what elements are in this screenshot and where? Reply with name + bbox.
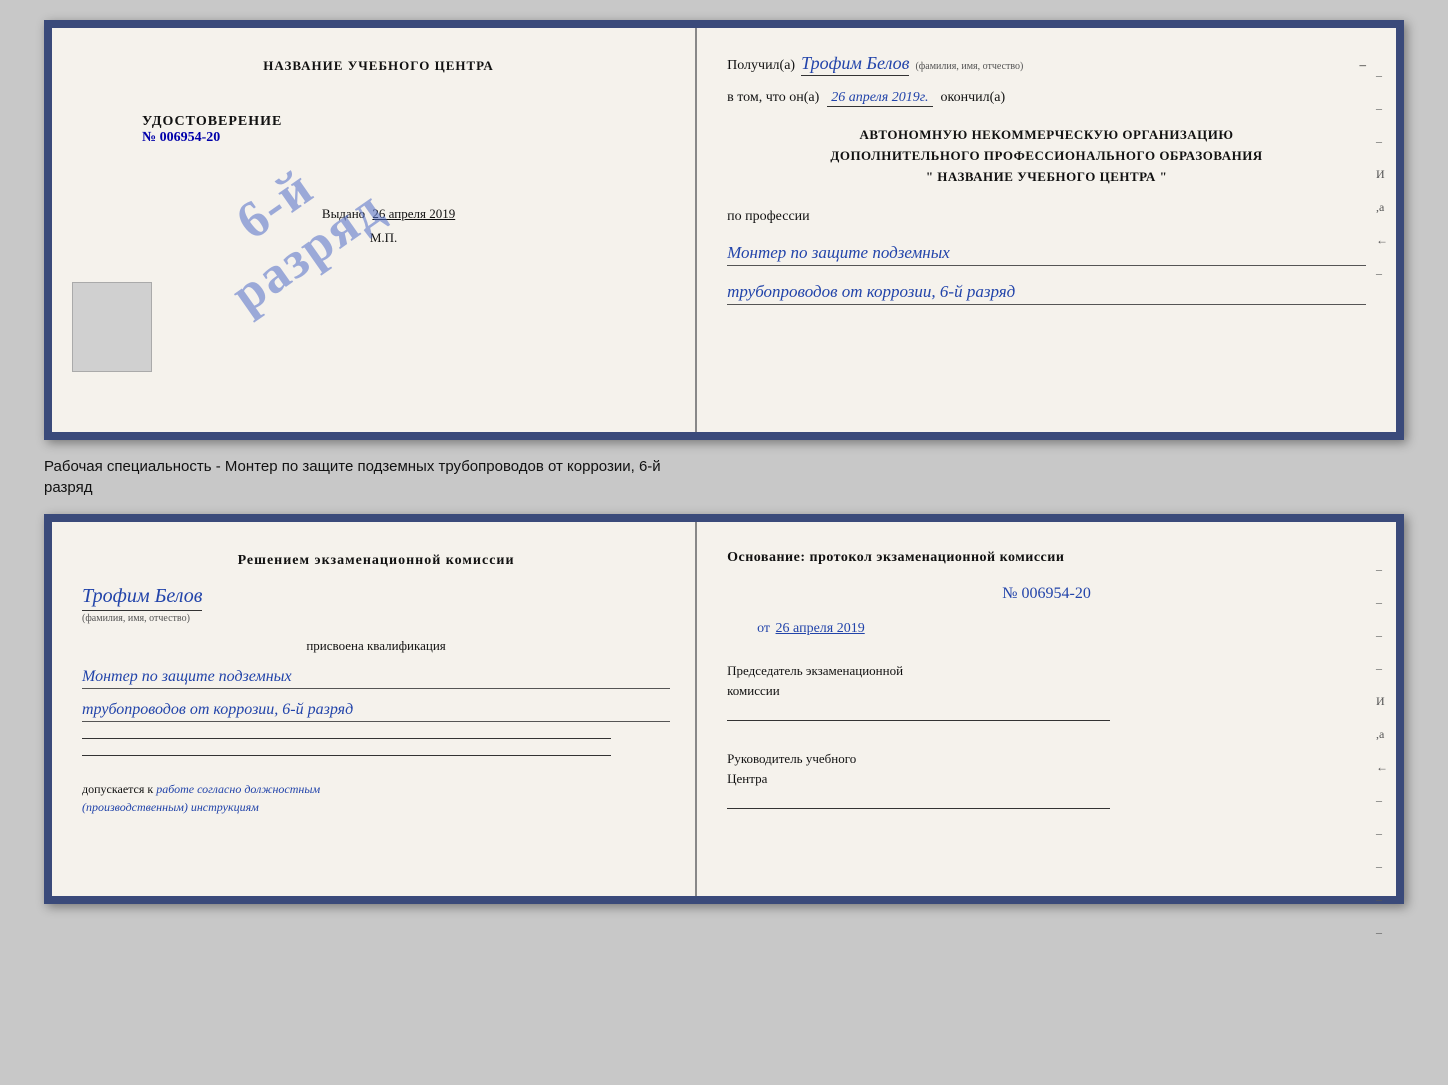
protocol-date-prefix: от — [757, 621, 770, 636]
committee-label2: комиссии — [727, 681, 1366, 701]
training-center-title: НАЗВАНИЕ УЧЕБНОГО ЦЕНТРА — [263, 58, 494, 74]
completed-label: окончил(а) — [941, 90, 1006, 106]
stamp-text: 6-й разряд — [189, 132, 395, 324]
completed-date: 26 апреля 2019г. — [827, 90, 932, 107]
assigned-label: присвоена квалификация — [82, 638, 670, 654]
doc-bottom-right: Основание: протокол экзаменационной коми… — [697, 522, 1396, 896]
org-line1: АВТОНОМНУЮ НЕКОММЕРЧЕСКУЮ ОРГАНИЗАЦИЮ — [727, 125, 1366, 146]
dash-right: – — [1359, 57, 1366, 73]
photo-placeholder — [72, 282, 152, 372]
protocol-date-value: 26 апреля 2019 — [776, 621, 865, 636]
committee-label1: Председатель экзаменационной — [727, 661, 1366, 681]
allowed-prefix: допускается к — [82, 782, 153, 796]
doc-top-left: НАЗВАНИЕ УЧЕБНОГО ЦЕНТРА УДОСТОВЕРЕНИЕ №… — [52, 28, 697, 432]
profession-text1: Монтер по защите подземных — [727, 243, 1366, 266]
specialty-text: Рабочая специальность - Монтер по защите… — [44, 456, 1404, 498]
doc-top-right: Получил(а) Трофим Белов (фамилия, имя, о… — [697, 28, 1396, 432]
mp-row: М.П. — [360, 230, 397, 246]
allowed-italic1: работе согласно должностным — [156, 782, 320, 796]
bottom-name-hint: (фамилия, имя, отчество) — [82, 613, 190, 624]
profession-label: по профессии — [727, 209, 1366, 225]
received-name: Трофим Белов — [801, 53, 909, 76]
qualification-text2: трубопроводов от коррозии, 6-й разряд — [82, 701, 670, 722]
issued-row: Выдано 26 апреля 2019 — [302, 206, 455, 222]
issued-date: 26 апреля 2019 — [372, 206, 455, 221]
allowed-row: допускается к работе согласно должностны… — [82, 780, 670, 816]
received-name-hint: (фамилия, имя, отчество) — [915, 61, 1023, 72]
stamp-line1: 6-й — [227, 158, 325, 250]
certificate-number: № 006954-20 — [142, 130, 220, 146]
qualification-text1: Монтер по защите подземных — [82, 668, 670, 689]
head-label2: Центра — [727, 769, 1366, 789]
blank-line2 — [82, 755, 611, 756]
basis-title: Основание: протокол экзаменационной коми… — [727, 547, 1366, 569]
allowed-italic2: (производственным) инструкциям — [82, 800, 259, 814]
blank-line1 — [82, 738, 611, 739]
bottom-person-name: Трофим Белов — [82, 585, 202, 611]
head-signature-line — [727, 808, 1110, 809]
in-that-label: в том, что он(а) — [727, 90, 819, 106]
protocol-date: от 26 апреля 2019 — [727, 621, 1366, 637]
document-bottom: Решением экзаменационной комиссии Трофим… — [44, 514, 1404, 904]
protocol-number: № 006954-20 — [727, 585, 1366, 603]
committee-signature-line — [727, 720, 1110, 721]
issued-label: Выдано — [322, 206, 365, 221]
org-line2: ДОПОЛНИТЕЛЬНОГО ПРОФЕССИОНАЛЬНОГО ОБРАЗО… — [727, 146, 1366, 167]
received-label: Получил(а) — [727, 58, 795, 74]
doc-bottom-left: Решением экзаменационной комиссии Трофим… — [52, 522, 697, 896]
specialty-line1: Рабочая специальность - Монтер по защите… — [44, 456, 1404, 477]
head-label: Руководитель учебного Центра — [727, 749, 1366, 788]
document-top: НАЗВАНИЕ УЧЕБНОГО ЦЕНТРА УДОСТОВЕРЕНИЕ №… — [44, 20, 1404, 440]
stamp-line2: разряд — [222, 179, 395, 324]
decision-title: Решением экзаменационной комиссии — [82, 550, 670, 571]
specialty-line2: разряд — [44, 477, 1404, 498]
head-label1: Руководитель учебного — [727, 749, 1366, 769]
committee-label: Председатель экзаменационной комиссии — [727, 661, 1366, 700]
profession-text2: трубопроводов от коррозии, 6-й разряд — [727, 282, 1366, 305]
date-completed-row: в том, что он(а) 26 апреля 2019г. окончи… — [727, 90, 1366, 107]
right-margin-dashes-bottom: – – – – И ,а ← – – – – – — [1376, 562, 1388, 940]
certificate-box: УДОСТОВЕРЕНИЕ № 006954-20 — [82, 114, 675, 146]
org-block: АВТОНОМНУЮ НЕКОММЕРЧЕСКУЮ ОРГАНИЗАЦИЮ ДО… — [727, 125, 1366, 187]
org-line3: " НАЗВАНИЕ УЧЕБНОГО ЦЕНТРА " — [727, 167, 1366, 188]
certificate-label: УДОСТОВЕРЕНИЕ — [142, 114, 282, 130]
right-margin-dashes: – – – И ,а ← – — [1376, 68, 1388, 281]
received-row: Получил(а) Трофим Белов (фамилия, имя, о… — [727, 53, 1366, 76]
